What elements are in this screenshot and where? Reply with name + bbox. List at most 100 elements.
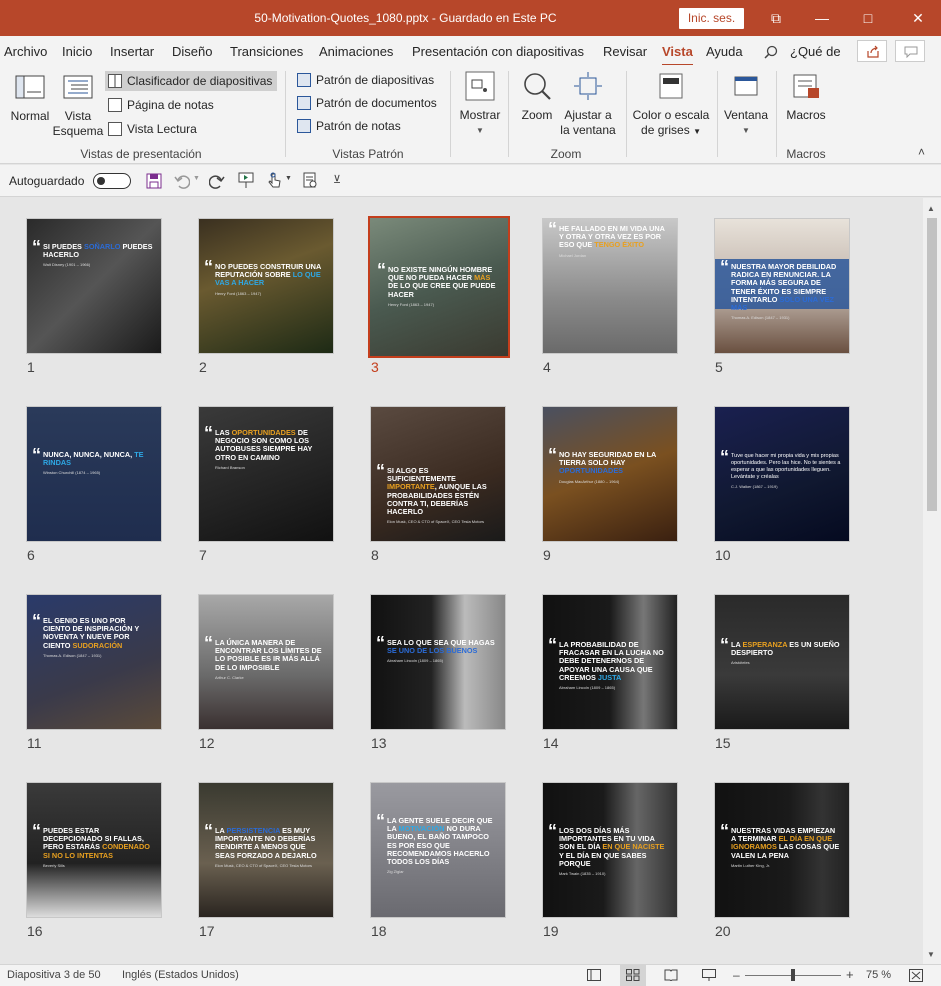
- slide-thumbnail-19[interactable]: “Los dos días más importantes en tu vida…: [542, 782, 678, 918]
- slide-quote-text: La persistencia es muy importante no deb…: [215, 826, 317, 860]
- zoom-slider[interactable]: [745, 965, 841, 986]
- slide-author: Winston Churchill (1874 – 1965): [43, 470, 101, 475]
- outline-view-label-1: Vista: [64, 109, 92, 123]
- slide-quote-text: Si algo es suficientemente importante, a…: [387, 466, 487, 517]
- reading-view-button[interactable]: Vista Lectura: [105, 119, 255, 139]
- save-icon[interactable]: [146, 173, 162, 189]
- normal-view-status-icon[interactable]: [587, 969, 601, 981]
- quote-mark-icon: “: [204, 821, 213, 841]
- ribbon-display-options-icon[interactable]: ⧉: [753, 0, 799, 36]
- vertical-scrollbar[interactable]: ▲ ▼: [923, 198, 941, 964]
- slide-quote-text: Puedes estar decepcionado si fallas, per…: [43, 826, 150, 860]
- window-button[interactable]: Ventana ▼: [721, 71, 771, 138]
- zoom-percentage[interactable]: 75 %: [866, 969, 891, 981]
- maximize-button[interactable]: □: [845, 0, 891, 36]
- tab-animaciones[interactable]: Animaciones: [319, 44, 393, 59]
- slide-thumbnail-13[interactable]: “Sea lo que sea que hagas se uno de los …: [370, 594, 506, 730]
- undo-dropdown-icon[interactable]: ▼: [193, 175, 200, 182]
- slide-thumbnail-7[interactable]: “Las oportunidades de negocio son como l…: [198, 406, 334, 542]
- scroll-down-arrow[interactable]: ▼: [927, 950, 935, 959]
- color-grayscale-button[interactable]: Color o escala de grises ▼: [630, 71, 712, 139]
- slide-thumbnail-1[interactable]: “Si puedes soñarlo puedes hacerlo Walt Di…: [26, 218, 162, 354]
- tab-vista[interactable]: Vista: [662, 44, 693, 66]
- tab-archivo[interactable]: Archivo: [4, 44, 47, 59]
- undo-icon[interactable]: [174, 173, 190, 189]
- zoom-button[interactable]: Zoom: [514, 71, 560, 123]
- notes-master-button[interactable]: Patrón de notas: [294, 116, 444, 136]
- close-button[interactable]: ✕: [895, 0, 941, 36]
- scroll-thumb[interactable]: [927, 218, 937, 511]
- slide-thumbnail-4[interactable]: “He fallado en mi vida una y otra y otra…: [542, 218, 678, 354]
- touch-mouse-mode-icon[interactable]: [266, 172, 282, 189]
- zoom-in-button[interactable]: +: [846, 967, 854, 982]
- quote-mark-icon: “: [720, 635, 729, 655]
- tab-transiciones[interactable]: Transiciones: [230, 44, 303, 59]
- slide-thumbnail-16[interactable]: “Puedes estar decepcionado si fallas, pe…: [26, 782, 162, 918]
- slide-thumbnail-17[interactable]: “La persistencia es muy importante no de…: [198, 782, 334, 918]
- slide-thumbnail-12[interactable]: “La única manera de encontrar los límite…: [198, 594, 334, 730]
- tell-me-input[interactable]: ¿Qué de: [790, 44, 841, 59]
- fit-slide-to-window-icon[interactable]: [909, 969, 923, 982]
- slide-sorter-status-button[interactable]: [620, 965, 646, 986]
- slide-master-button[interactable]: Patrón de diapositivas: [294, 70, 444, 90]
- slide-number: 3: [371, 359, 379, 375]
- notes-master-label: Patrón de notas: [316, 119, 401, 133]
- slide-thumbnail-2[interactable]: “No puedes construir una reputación sobr…: [198, 218, 334, 354]
- slide-sorter-button[interactable]: Clasificador de diapositivas: [105, 71, 277, 91]
- zoom-slider-thumb[interactable]: [791, 969, 795, 981]
- print-preview-icon[interactable]: [302, 172, 318, 189]
- slide-number: 4: [543, 359, 551, 375]
- slide-quote-text: Los dos días más importantes en tu vida …: [559, 826, 665, 868]
- slide-number: 7: [199, 547, 207, 563]
- customize-qat-icon[interactable]: ⊻: [333, 173, 341, 186]
- fit-to-window-button[interactable]: Ajustar a la ventana: [558, 71, 618, 138]
- slide-thumbnail-10[interactable]: “Tuve que hacer mi propia vida y mis pro…: [714, 406, 850, 542]
- slide-thumbnail-5[interactable]: “Nuestra mayor debilidad radica en renun…: [714, 218, 850, 354]
- collapse-ribbon-icon[interactable]: ˄: [918, 145, 925, 159]
- window-caret: ▼: [742, 126, 750, 135]
- slide-thumbnail-6[interactable]: “Nunca, nunca, nunca, te rindas Winston C…: [26, 406, 162, 542]
- slide-thumbnail-3[interactable]: “No existe ningún hombre que no pueda ha…: [368, 216, 510, 358]
- slide-thumbnail-20[interactable]: “Nuestras vidas empiezan a terminar el d…: [714, 782, 850, 918]
- slide-number: 9: [543, 547, 551, 563]
- slide-number: 15: [715, 735, 731, 751]
- tab-revisar[interactable]: Revisar: [603, 44, 647, 59]
- slide-thumbnail-8[interactable]: “Si algo es suficientemente importante, …: [370, 406, 506, 542]
- slide-thumbnail-15[interactable]: “La esperanza es un sueño despierto Arist…: [714, 594, 850, 730]
- language-status[interactable]: Inglés (Estados Unidos): [122, 969, 239, 981]
- slide-author: Henry Ford (1863 – 1947): [388, 302, 435, 307]
- tab-inicio[interactable]: Inicio: [62, 44, 92, 59]
- handout-master-button[interactable]: Patrón de documentos: [294, 93, 444, 113]
- color-grayscale-icon: [659, 73, 683, 99]
- show-button[interactable]: Mostrar ▼: [456, 71, 504, 138]
- scroll-up-arrow[interactable]: ▲: [927, 204, 935, 213]
- autosave-toggle[interactable]: [93, 173, 131, 189]
- tab-insertar[interactable]: Insertar: [110, 44, 154, 59]
- search-icon[interactable]: [764, 45, 778, 59]
- start-from-beginning-icon[interactable]: [238, 172, 254, 189]
- share-button[interactable]: [857, 40, 887, 62]
- sign-in-button[interactable]: Inic. ses.: [679, 8, 744, 29]
- tab-presentacion[interactable]: Presentación con diapositivas: [412, 44, 584, 59]
- tab-ayuda[interactable]: Ayuda: [706, 44, 743, 59]
- tab-diseno[interactable]: Diseño: [172, 44, 212, 59]
- reading-view-status-icon[interactable]: [664, 969, 678, 981]
- redo-icon[interactable]: [209, 173, 225, 189]
- comments-button[interactable]: [895, 40, 925, 62]
- comment-icon: [904, 46, 918, 58]
- slideshow-status-icon[interactable]: [702, 969, 716, 981]
- macros-button[interactable]: Macros: [780, 71, 832, 123]
- slide-thumbnail-18[interactable]: “La gente suele decir que la motivación …: [370, 782, 506, 918]
- zoom-out-button[interactable]: –: [733, 968, 740, 982]
- slide-thumbnail-9[interactable]: “No hay seguridad en la tierra solo hay …: [542, 406, 678, 542]
- touch-mode-dropdown-icon[interactable]: ▼: [285, 175, 292, 182]
- normal-view-button[interactable]: Normal: [6, 75, 54, 124]
- notes-page-button[interactable]: Página de notas: [105, 95, 255, 115]
- outline-view-button[interactable]: Vista Esquema: [52, 75, 104, 139]
- slide-quote-text: Sea lo que sea que hagas se uno de los b…: [387, 638, 495, 656]
- slide-thumbnail-11[interactable]: “El genio es uno por ciento de inspiraci…: [26, 594, 162, 730]
- slide-thumbnail-14[interactable]: “La probabilidad de fracasar en la lucha…: [542, 594, 678, 730]
- quote-mark-icon: “: [377, 260, 386, 280]
- minimize-button[interactable]: —: [799, 0, 845, 36]
- slide-number: 13: [371, 735, 387, 751]
